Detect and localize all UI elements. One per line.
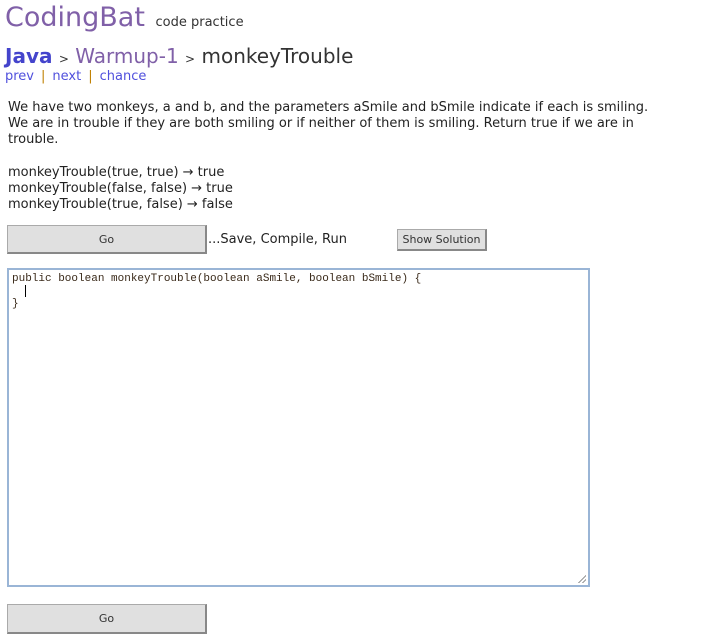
tagline: code practice — [155, 15, 244, 30]
code-editor[interactable]: public boolean monkeyTrouble(boolean aSm… — [7, 268, 590, 587]
go-button-bottom[interactable]: Go — [7, 604, 207, 634]
problem-nav: prev | next | chance — [5, 69, 146, 84]
example: monkeyTrouble(true, false) → false — [8, 197, 233, 212]
chance-link[interactable]: chance — [100, 69, 147, 84]
breadcrumb-warmup[interactable]: Warmup-1 — [75, 44, 178, 68]
breadcrumb-sep: > — [185, 52, 196, 66]
breadcrumb-sep: > — [58, 52, 69, 66]
save-compile-run-text: ...Save, Compile, Run — [208, 232, 347, 247]
text-caret — [25, 285, 27, 297]
code-line: public boolean monkeyTrouble(boolean aSm… — [12, 273, 422, 285]
nav-sep: | — [41, 69, 46, 84]
nav-sep: | — [88, 69, 93, 84]
page-title: monkeyTrouble — [201, 44, 354, 68]
breadcrumb-java[interactable]: Java — [5, 44, 52, 68]
example: monkeyTrouble(true, true) → true — [8, 165, 225, 180]
code-line — [12, 285, 585, 298]
logo-text: CodingBat — [5, 2, 145, 33]
breadcrumb: Java > Warmup-1 > monkeyTrouble — [5, 44, 353, 68]
site-logo[interactable]: CodingBat code practice — [5, 2, 244, 33]
show-solution-button[interactable]: Show Solution — [397, 229, 487, 251]
code-line: } — [12, 297, 19, 310]
example: monkeyTrouble(false, false) → true — [8, 181, 233, 196]
go-button[interactable]: Go — [7, 225, 207, 254]
prev-link[interactable]: prev — [5, 69, 34, 84]
next-link[interactable]: next — [52, 69, 81, 84]
resize-grip-icon[interactable] — [578, 575, 586, 583]
examples: monkeyTrouble(true, true) → true monkeyT… — [8, 165, 233, 213]
problem-description: We have two monkeys, a and b, and the pa… — [8, 100, 649, 147]
